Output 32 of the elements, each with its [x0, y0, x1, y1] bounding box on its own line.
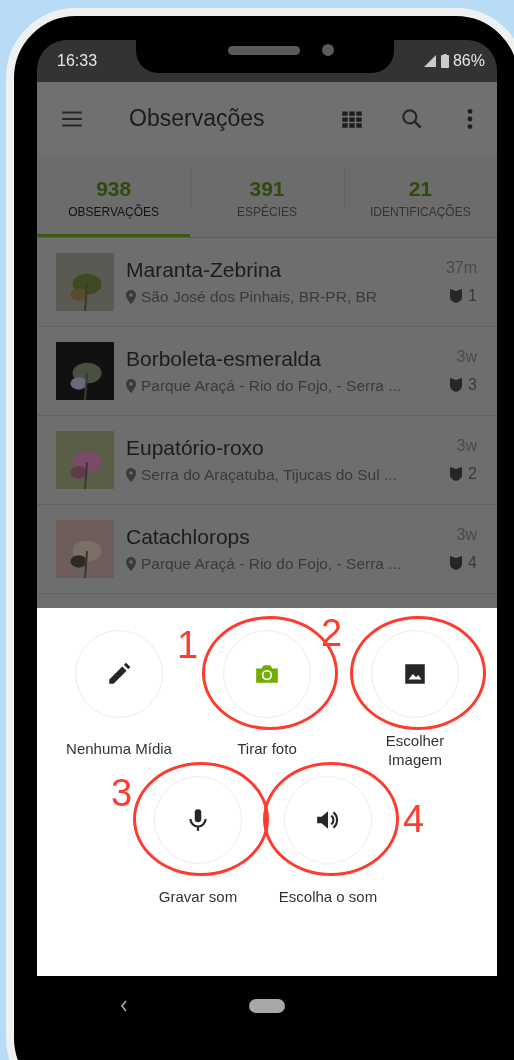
- media-option-label: Escolher Imagem: [384, 732, 446, 770]
- home-button[interactable]: [249, 999, 285, 1013]
- species-name: Catachlorops: [126, 525, 251, 549]
- image-icon: [402, 661, 428, 687]
- identification-icon: [450, 467, 463, 481]
- stats-tab[interactable]: 391 ESPÉCIES: [190, 155, 344, 237]
- screen-title: Observações: [129, 105, 266, 132]
- media-option-label: Escolha o som: [278, 887, 378, 907]
- clock: 16:33: [57, 52, 98, 70]
- media-option-label: Nenhuma Mídia: [66, 740, 172, 759]
- pencil-icon: [106, 661, 132, 687]
- location-pin-icon: [126, 290, 136, 304]
- signal-icon: [422, 54, 437, 68]
- annotation-number: 3: [111, 773, 133, 812]
- location-pin-icon: [126, 379, 136, 393]
- species-name: Eupatório-roxo: [126, 436, 265, 460]
- species-name: Borboleta-esmeralda: [126, 347, 322, 371]
- species-name: Maranta-Zebrina: [126, 258, 283, 282]
- identification-icon: [450, 556, 463, 570]
- identification-icon: [450, 378, 463, 392]
- back-icon[interactable]: [119, 998, 129, 1014]
- battery-percent: 86%: [452, 52, 485, 70]
- media-option-label: Gravar som: [158, 887, 238, 907]
- media-option-button[interactable]: [371, 630, 459, 718]
- location-pin-icon: [126, 557, 136, 571]
- annotation-number: 1: [177, 626, 199, 664]
- battery-icon: [440, 54, 449, 68]
- location-pin-icon: [126, 468, 136, 482]
- identification-icon: [450, 289, 463, 303]
- media-option-label: Tirar foto: [237, 740, 297, 759]
- stats-tab[interactable]: 21 IDENTIFICAÇÕES: [343, 155, 497, 237]
- annotation-number: 4: [403, 799, 425, 838]
